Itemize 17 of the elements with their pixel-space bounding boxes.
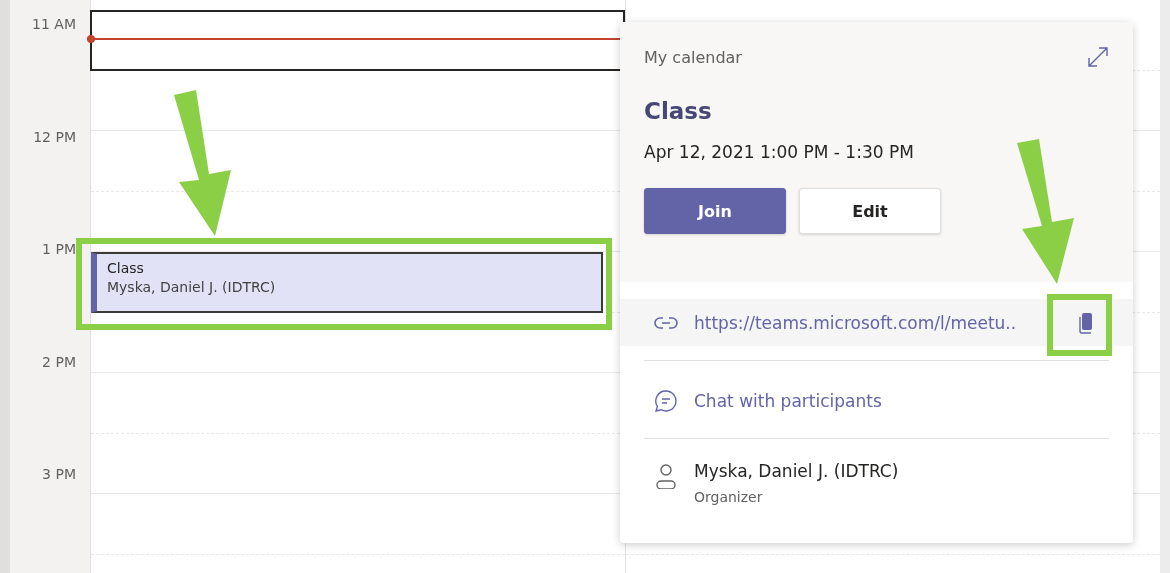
organizer-name: Myska, Daniel J. (IDTRC)	[694, 461, 899, 481]
time-label: 2 PM	[42, 353, 76, 370]
join-button[interactable]: Join	[644, 188, 786, 234]
time-label: 12 PM	[33, 128, 76, 145]
event-title: Class	[644, 98, 713, 124]
calendar-event[interactable]: Class Myska, Daniel J. (IDTRC)	[91, 252, 603, 313]
time-label: 3 PM	[42, 466, 76, 483]
meeting-link[interactable]: https://teams.microsoft.com/l/meetu..	[694, 312, 1061, 333]
calendar-name: My calendar	[644, 47, 742, 67]
chat-with-participants-link[interactable]: Chat with participants	[694, 391, 882, 411]
time-label: 1 PM	[42, 241, 76, 258]
event-datetime: Apr 12, 2021 1:00 PM - 1:30 PM	[644, 142, 915, 162]
event-organizer: Myska, Daniel J. (IDTRC)	[107, 279, 277, 295]
edit-button[interactable]: Edit	[799, 188, 941, 234]
event-title: Class	[107, 260, 145, 276]
time-label: 11 AM	[32, 16, 76, 32]
organizer-role: Organizer	[694, 489, 764, 505]
